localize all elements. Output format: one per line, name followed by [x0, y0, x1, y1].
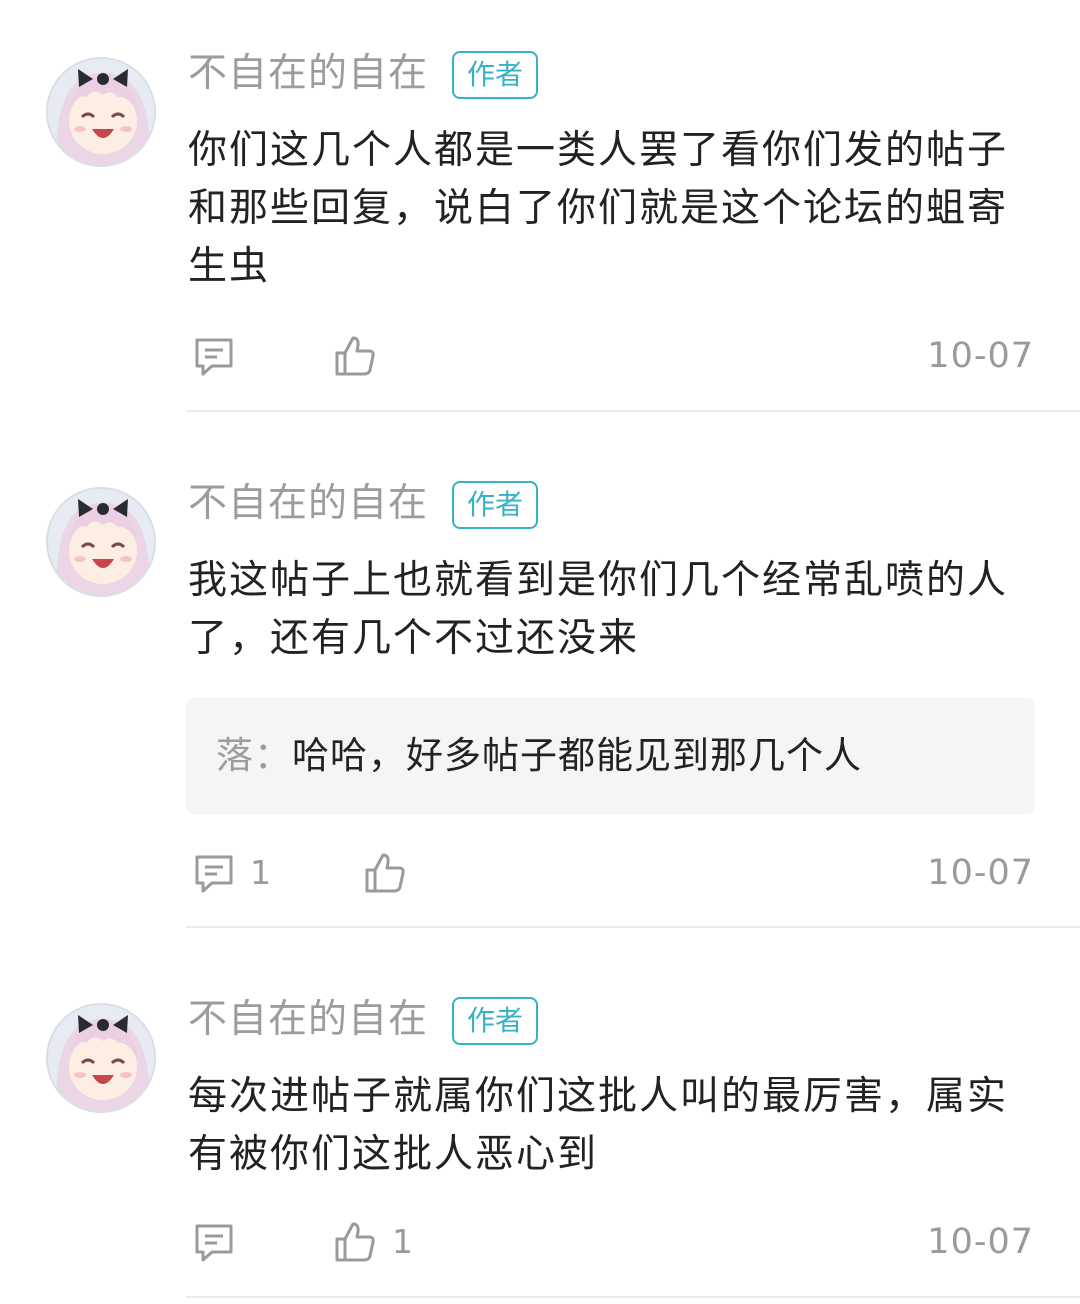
- comment-actions: 1 10-07: [0, 1218, 1080, 1268]
- thumbs-up-icon[interactable]: [363, 851, 407, 899]
- user-avatar[interactable]: [46, 487, 156, 597]
- reply-author: 落：: [216, 734, 292, 777]
- thumbs-up-icon[interactable]: [333, 334, 377, 382]
- author-badge: 作者: [452, 481, 539, 529]
- divider: [186, 926, 1080, 928]
- reply-preview[interactable]: 落：哈哈，好多帖子都能见到那几个人: [186, 698, 1035, 814]
- author-badge: 作者: [452, 997, 539, 1045]
- username[interactable]: 不自在的自在: [188, 50, 428, 98]
- user-avatar[interactable]: [46, 1003, 156, 1113]
- username[interactable]: 不自在的自在: [188, 996, 428, 1044]
- comment-date: 10-07: [927, 336, 1034, 376]
- comment-text: 你们这几个人都是一类人罢了看你们发的帖子和那些回复，说白了你们就是这个论坛的蛆寄…: [188, 128, 1009, 289]
- comment-icon[interactable]: [192, 851, 236, 899]
- comment-actions: 1 10-07: [0, 849, 1080, 899]
- user-avatar[interactable]: [46, 57, 156, 167]
- reply-text: 哈哈，好多帖子都能见到那几个人: [292, 734, 862, 777]
- username[interactable]: 不自在的自在: [188, 480, 428, 528]
- comment-text: 每次进帖子就属你们这批人叫的最厉害，属实有被你们这批人恶心到: [188, 1074, 1009, 1177]
- comment-date: 10-07: [927, 853, 1034, 893]
- reply-count: 1: [250, 853, 271, 892]
- comment-icon[interactable]: [192, 1220, 236, 1268]
- comment-icon[interactable]: [192, 334, 236, 382]
- comment-text: 我这帖子上也就看到是你们几个经常乱喷的人了，还有几个不过还没来: [188, 558, 1009, 661]
- author-badge: 作者: [452, 51, 539, 99]
- thumbs-up-icon[interactable]: [333, 1220, 377, 1268]
- comment-actions: 10-07: [0, 332, 1080, 382]
- divider: [186, 410, 1080, 412]
- divider: [186, 1296, 1080, 1298]
- like-count: 1: [392, 1222, 413, 1261]
- comment-date: 10-07: [927, 1222, 1034, 1262]
